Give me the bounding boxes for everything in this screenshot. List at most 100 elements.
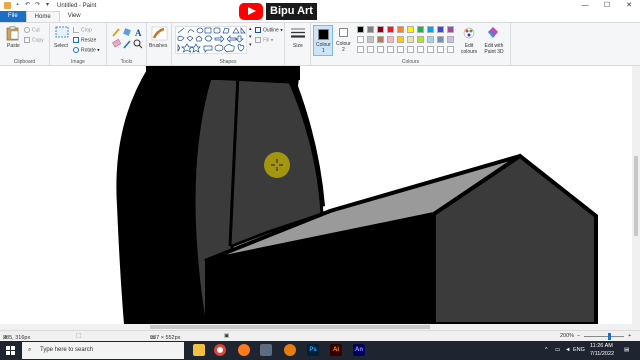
colour-swatch[interactable] <box>427 26 434 33</box>
chrome-icon[interactable] <box>214 344 226 356</box>
colour-swatch[interactable] <box>397 46 404 53</box>
zoom-slider-thumb[interactable] <box>608 333 611 340</box>
colour-swatch[interactable] <box>407 26 414 33</box>
blender-icon[interactable] <box>284 344 296 356</box>
colour-swatch[interactable] <box>377 46 384 53</box>
colour-swatch[interactable] <box>447 46 454 53</box>
fill-bucket-icon[interactable] <box>123 28 131 36</box>
paint3d-icon[interactable] <box>487 26 499 39</box>
shapes-scroll-up[interactable]: ▴ <box>249 26 252 32</box>
shapes-expand[interactable]: ▾ <box>249 42 252 48</box>
colour-swatch[interactable] <box>387 46 394 53</box>
maximize-button[interactable]: ☐ <box>596 0 618 11</box>
shapes-gallery[interactable] <box>175 26 247 54</box>
colour-swatch[interactable] <box>427 36 434 43</box>
crop-button[interactable]: Crop <box>73 27 92 33</box>
save-icon[interactable]: ▪ <box>14 2 21 9</box>
clock-time[interactable]: 11:26 AM <box>590 343 613 349</box>
copy-button[interactable]: Copy <box>24 37 44 43</box>
zoom-in-button[interactable]: + <box>628 333 631 339</box>
colour-swatch[interactable] <box>377 26 384 33</box>
colour-swatch[interactable] <box>357 26 364 33</box>
vertical-scroll-thumb[interactable] <box>634 156 638 236</box>
animate-icon[interactable]: An <box>353 344 365 356</box>
colour-swatch[interactable] <box>427 46 434 53</box>
paste-button[interactable]: Paste <box>7 43 20 49</box>
redo-icon[interactable]: ↷ <box>34 2 41 9</box>
customize-dropdown-icon[interactable]: ▾ <box>44 2 51 9</box>
windows-start-icon[interactable] <box>6 346 15 355</box>
drawing-canvas[interactable] <box>0 66 632 324</box>
select-icon[interactable] <box>55 26 69 39</box>
pencil-icon[interactable] <box>112 28 120 37</box>
size-button[interactable]: Size <box>293 43 303 49</box>
colour-swatch[interactable] <box>357 46 364 53</box>
paint-taskbar-icon[interactable] <box>260 344 272 356</box>
edit-colours-button[interactable]: Edit colours <box>458 43 480 55</box>
colour-swatch[interactable] <box>437 46 444 53</box>
brush-icon[interactable] <box>151 26 168 41</box>
colour-swatch[interactable] <box>367 46 374 53</box>
tab-view[interactable]: View <box>60 11 89 22</box>
colour-swatch[interactable] <box>417 26 424 33</box>
colour-swatch[interactable] <box>417 36 424 43</box>
photoshop-icon[interactable]: Ps <box>307 344 319 356</box>
text-icon[interactable]: A <box>135 28 142 38</box>
colour-swatch[interactable] <box>417 46 424 53</box>
colour-swatch[interactable] <box>437 36 444 43</box>
taskbar-search-box[interactable]: ⌕ Type here to search <box>22 342 184 359</box>
tab-home[interactable]: Home <box>25 11 60 22</box>
vertical-scrollbar[interactable] <box>632 66 640 330</box>
clock-date[interactable]: 7/11/2022 <box>590 351 614 357</box>
illustrator-icon[interactable]: Ai <box>330 344 342 356</box>
colour-swatch[interactable] <box>447 36 454 43</box>
paste-icon[interactable] <box>6 26 20 41</box>
colour-swatch[interactable] <box>397 36 404 43</box>
shapes-scroll-down[interactable]: ▾ <box>249 34 252 40</box>
cut-button[interactable]: Cut <box>24 27 40 33</box>
colour-picker-icon[interactable] <box>123 40 131 49</box>
colour-swatch[interactable] <box>387 36 394 43</box>
channel-name: Bipu Art <box>266 2 317 20</box>
edit-with-paint3d-button[interactable]: Edit with Paint 3D <box>481 43 507 55</box>
colour-swatch[interactable] <box>437 26 444 33</box>
volume-icon[interactable]: ◄ <box>565 347 570 353</box>
minimize-button[interactable]: — <box>574 0 596 11</box>
notifications-icon[interactable]: ▤ <box>624 347 629 353</box>
select-button[interactable]: Select <box>54 43 68 49</box>
tab-file[interactable]: File <box>0 11 26 22</box>
close-button[interactable]: ✕ <box>618 0 640 11</box>
firefox-icon[interactable] <box>238 344 250 356</box>
fill-dropdown[interactable]: Fill ▾ <box>255 37 273 43</box>
colour-swatch[interactable] <box>367 36 374 43</box>
colour1-selector[interactable]: Colour 1 <box>313 25 333 56</box>
outline-dropdown[interactable]: Outline ▾ <box>255 27 283 33</box>
canvas-workspace[interactable] <box>0 66 640 330</box>
colour-swatch[interactable] <box>397 26 404 33</box>
eraser-icon[interactable] <box>112 38 122 48</box>
colour-swatch[interactable] <box>357 36 364 43</box>
outline-icon <box>255 27 261 33</box>
colour-swatch[interactable] <box>447 26 454 33</box>
colour-swatch[interactable] <box>407 46 414 53</box>
network-icon[interactable]: ▭ <box>555 347 560 353</box>
zoom-out-button[interactable]: − <box>577 333 580 339</box>
edit-colours-icon[interactable] <box>463 27 475 39</box>
size-lines-icon[interactable] <box>290 27 306 41</box>
rotate-button[interactable]: Rotate ▾ <box>73 47 100 53</box>
colour-swatch[interactable] <box>377 36 384 43</box>
colour-swatch[interactable] <box>387 26 394 33</box>
horizontal-scroll-thumb[interactable] <box>150 325 430 329</box>
zoom-slider[interactable] <box>584 333 624 340</box>
colour-swatch[interactable] <box>367 26 374 33</box>
magnifier-icon[interactable] <box>133 39 143 49</box>
language-indicator[interactable]: ENG <box>573 347 585 353</box>
tray-expand-icon[interactable]: ^ <box>545 347 548 353</box>
undo-icon[interactable]: ↶ <box>24 2 31 9</box>
brushes-button[interactable]: Brushes <box>149 43 167 49</box>
colour-swatch[interactable] <box>407 36 414 43</box>
resize-button[interactable]: Resize <box>73 37 96 43</box>
colour2-selector[interactable]: Colour 2 <box>335 25 353 56</box>
file-explorer-icon[interactable] <box>193 344 205 356</box>
rotate-label: Rotate <box>81 47 96 54</box>
